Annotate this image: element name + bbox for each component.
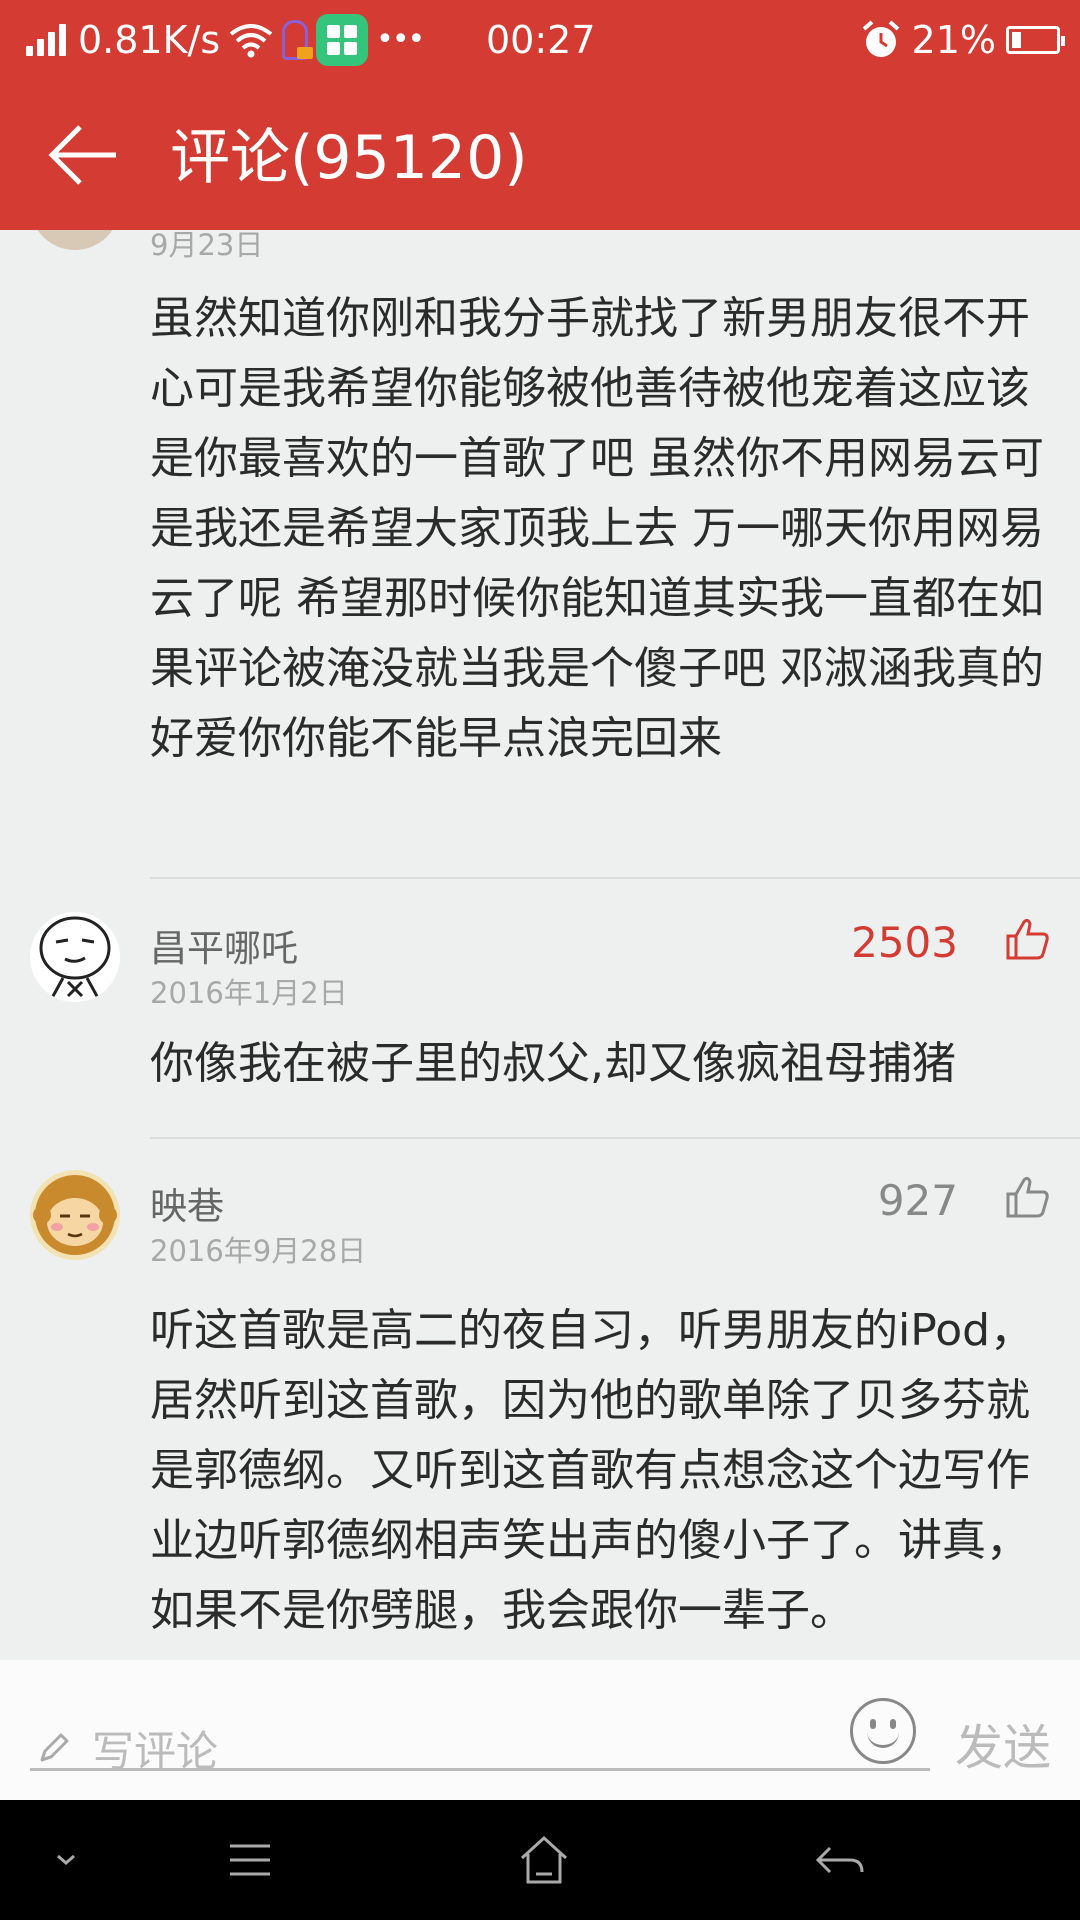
chevron-down-icon[interactable] xyxy=(26,1830,106,1890)
comment-text: 你像我在被子里的叔父,却又像疯祖母捕猪 xyxy=(150,1038,956,1089)
top-bar: 0.81K/s ••• 00:27 21% 评论(95120) xyxy=(0,0,1080,230)
arrow-left-icon[interactable] xyxy=(40,110,130,200)
send-button[interactable]: 发送 xyxy=(955,1708,1051,1778)
app-notification-icon xyxy=(316,14,369,66)
divider xyxy=(150,877,1080,879)
menu-icon[interactable] xyxy=(210,1830,290,1890)
alarm-icon xyxy=(862,20,899,57)
input-underline xyxy=(30,1768,930,1771)
status-bar: 0.81K/s ••• 00:27 21% xyxy=(0,0,1080,80)
back-icon[interactable] xyxy=(800,1830,880,1890)
thumbs-up-icon[interactable] xyxy=(1004,1174,1050,1220)
avatar[interactable] xyxy=(30,1170,120,1260)
monkey-avatar-icon xyxy=(33,1175,117,1255)
battery-percent: 21% xyxy=(911,18,996,62)
headset-notification-icon xyxy=(282,20,314,60)
clock: 00:27 xyxy=(486,18,596,62)
navigation-bar xyxy=(0,1800,1080,1920)
avatar[interactable] xyxy=(30,230,120,250)
home-icon[interactable] xyxy=(504,1830,584,1890)
pencil-icon xyxy=(40,1733,69,1762)
comment-text: 听这首歌是高二的夜自习，听男朋友的iPod，居然听到这首歌，因为他的歌单除了贝多… xyxy=(150,1305,1035,1636)
comment-input-bar: 写评论 发送 xyxy=(0,1660,1080,1800)
net-speed: 0.81K/s xyxy=(78,18,221,62)
comment-date: 2016年9月28日 xyxy=(150,1234,367,1268)
comment-text: 虽然知道你刚和我分手就找了新男朋友很不开心可是我希望你能够被他善待被他宠着这应该… xyxy=(150,293,1044,764)
emoji-icon[interactable] xyxy=(850,1698,916,1764)
page-title: 评论(95120) xyxy=(170,123,528,193)
signal-icon xyxy=(26,24,66,56)
meme-face-icon xyxy=(39,916,111,999)
app-bar: 评论(95120) xyxy=(0,80,1080,230)
wifi-icon xyxy=(229,24,273,58)
divider xyxy=(150,1137,1080,1139)
comment-list[interactable]: 9月23日 虽然知道你刚和我分手就找了新男朋友很不开心可是我希望你能够被他善待被… xyxy=(0,230,1080,1660)
thumbs-up-icon[interactable] xyxy=(1004,916,1050,962)
battery-icon xyxy=(1006,26,1065,54)
like-count: 2503 xyxy=(851,918,958,967)
comment-author[interactable]: 昌平哪吒 xyxy=(150,918,298,972)
more-notifications-icon: ••• xyxy=(376,22,425,57)
comment-date: 9月23日 xyxy=(150,230,264,262)
comment-date: 2016年1月2日 xyxy=(150,976,348,1010)
like-count: 927 xyxy=(877,1176,958,1225)
comment-author[interactable]: 映巷 xyxy=(150,1176,224,1230)
avatar[interactable] xyxy=(30,912,120,1002)
